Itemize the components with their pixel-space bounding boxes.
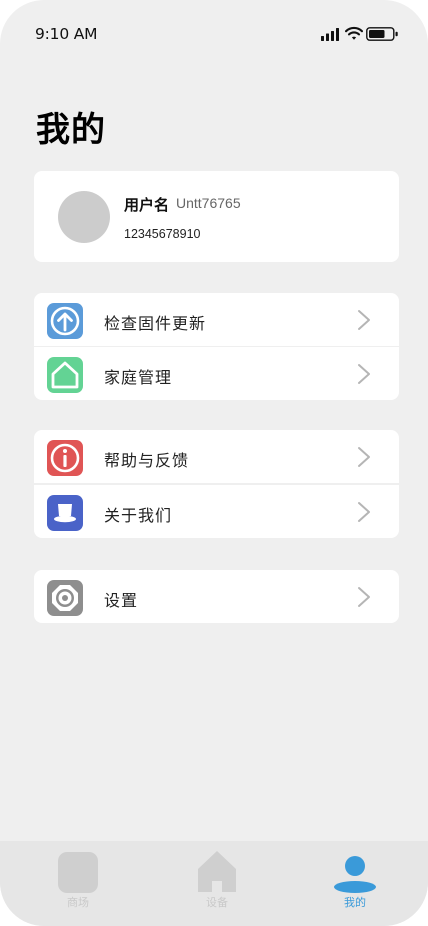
chevron-right-icon (358, 502, 370, 522)
menu-item-label: 帮助与反馈 (104, 451, 190, 470)
menu-item-help-feedback[interactable]: 帮助与反馈 (34, 430, 399, 483)
menu-item-label: 关于我们 (104, 506, 173, 525)
menu-item-settings[interactable]: 设置 (34, 570, 399, 623)
phone-screen: 9:10 AM 我的 用户名 Untt76765 12345678910 检查固… (0, 0, 428, 926)
chevron-right-icon (358, 447, 370, 467)
user-phone: 12345678910 (124, 227, 201, 241)
status-bar: 9:10 AM (0, 0, 428, 70)
about-icon (47, 495, 83, 531)
wifi-icon (345, 26, 363, 40)
gear-icon (47, 580, 83, 616)
tab-mine[interactable]: 我的 (305, 841, 405, 926)
upload-arrow-icon (47, 303, 83, 339)
menu-item-about-us[interactable]: 关于我们 (34, 485, 399, 538)
battery-icon (366, 27, 398, 41)
home-icon (47, 357, 83, 393)
menu-item-family-management[interactable]: 家庭管理 (34, 347, 399, 400)
menu-item-label: 家庭管理 (104, 368, 173, 387)
tab-label: 设备 (206, 896, 228, 909)
chevron-right-icon (358, 587, 370, 607)
username-value: Untt76765 (176, 195, 241, 211)
menu-item-label: 设置 (104, 591, 139, 610)
profile-card[interactable]: 用户名 Untt76765 12345678910 (34, 171, 399, 262)
chevron-right-icon (358, 310, 370, 330)
mall-icon (58, 852, 98, 893)
page-title: 我的 (36, 110, 106, 150)
tab-mall[interactable]: 商场 (28, 841, 128, 926)
menu-item-firmware-update[interactable]: 检查固件更新 (34, 293, 399, 346)
tab-bar: 商场 设备 我的 (0, 841, 428, 926)
menu-item-label: 检查固件更新 (104, 314, 207, 333)
tab-device[interactable]: 设备 (167, 841, 267, 926)
tab-label: 商场 (67, 896, 89, 909)
device-home-icon (198, 851, 236, 892)
status-time: 9:10 AM (35, 25, 98, 43)
info-icon (47, 440, 83, 476)
chevron-right-icon (358, 364, 370, 384)
username-label: 用户名 (124, 196, 170, 214)
profile-icon (334, 856, 376, 893)
tab-label: 我的 (344, 896, 366, 909)
signal-icon (321, 28, 339, 41)
avatar[interactable] (58, 191, 110, 243)
